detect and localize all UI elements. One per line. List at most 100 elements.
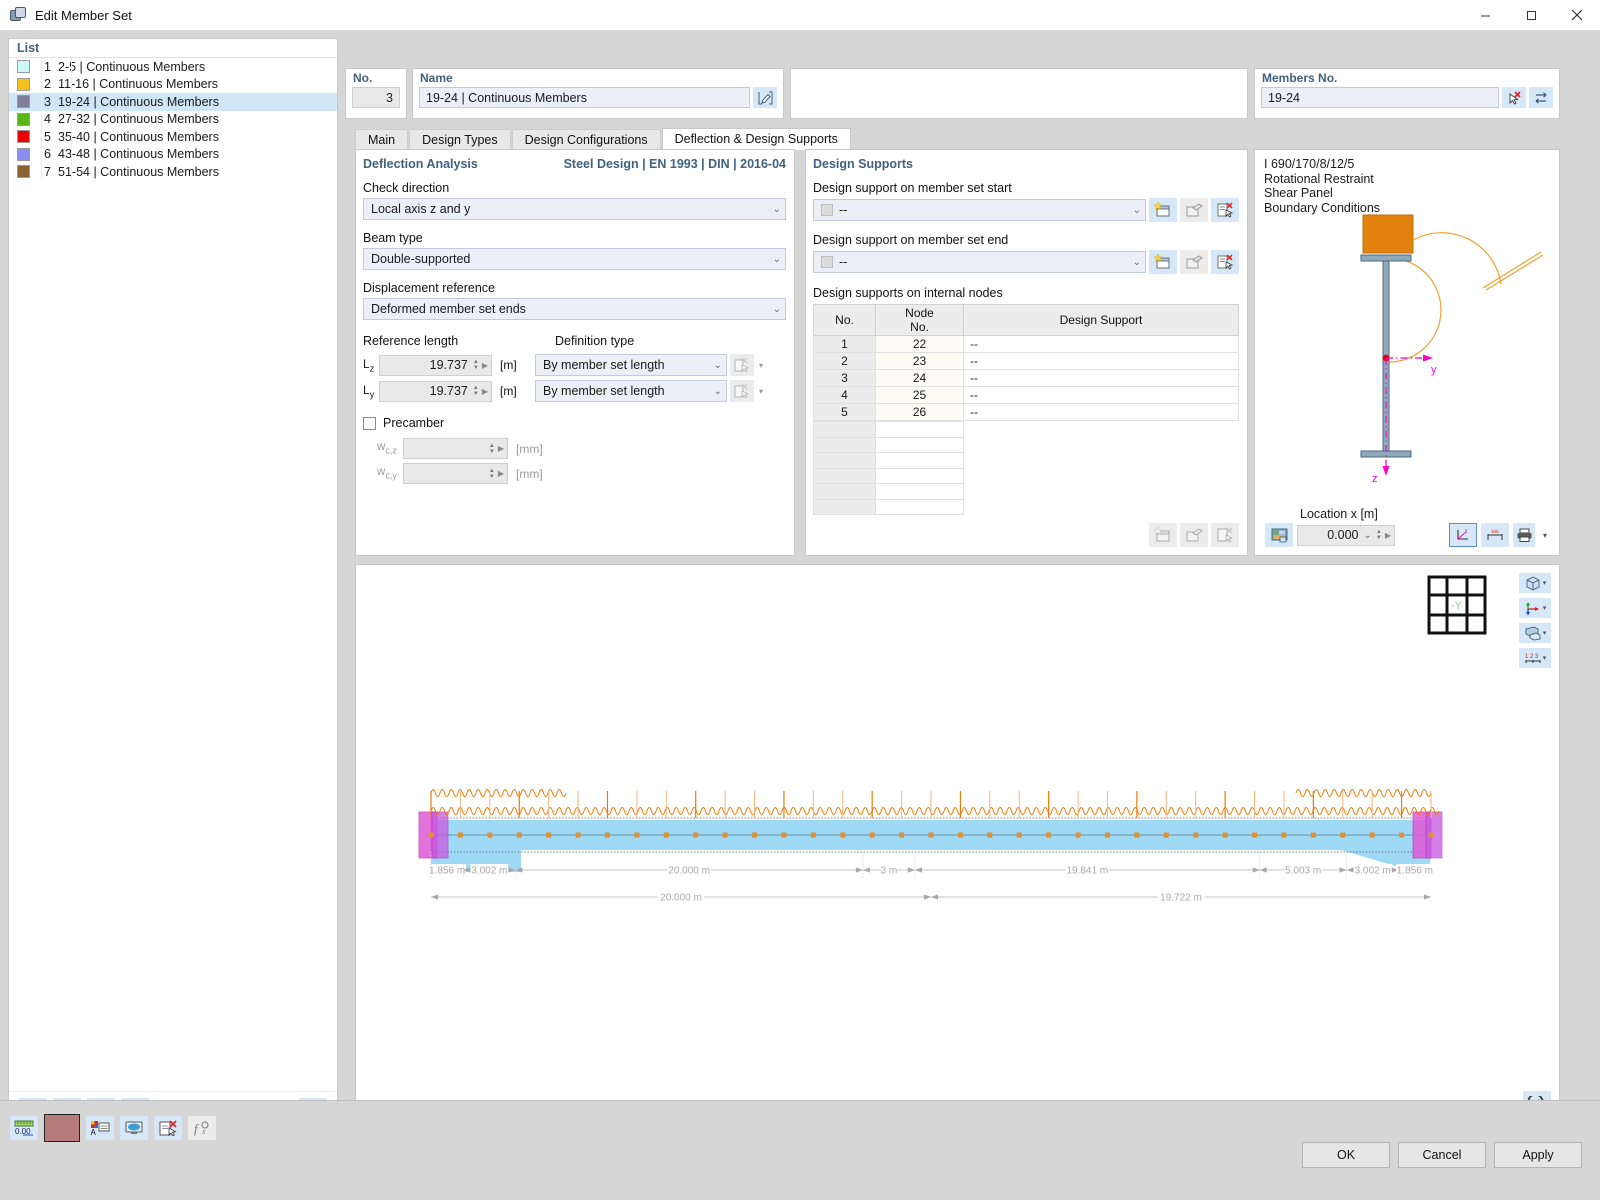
support-end-select[interactable]: -- ⌄ — [813, 251, 1146, 273]
ok-button[interactable]: OK — [1302, 1142, 1390, 1168]
tab-design-types[interactable]: Design Types — [409, 129, 511, 150]
maximize-button[interactable] — [1508, 0, 1554, 31]
member-set-color-swatch — [17, 165, 30, 179]
print-button[interactable] — [1513, 523, 1535, 547]
list-item[interactable]: 6 43-48 | Continuous Members — [9, 146, 337, 164]
list-item[interactable]: 5 35-40 | Continuous Members — [9, 128, 337, 146]
name-input[interactable]: 19-24 | Continuous Members — [419, 87, 750, 108]
edit-start-support-button[interactable] — [1180, 198, 1208, 222]
chevron-down-icon: ⌄ — [1132, 204, 1141, 216]
section-info-lines: I 690/170/8/12/5 Rotational Restraint Shea… — [1255, 150, 1559, 215]
precamber-symbol: wc,z — [377, 441, 397, 456]
next-arrow-icon[interactable]: ▶ — [1385, 531, 1391, 540]
apply-button[interactable]: Apply — [1494, 1142, 1582, 1168]
tab-bar[interactable]: Main Design Types Design Configurations Def… — [355, 128, 852, 150]
cancel-button[interactable]: Cancel — [1398, 1142, 1486, 1168]
edit-end-support-button[interactable] — [1180, 250, 1208, 274]
reset-button[interactable] — [154, 1116, 182, 1140]
table-row[interactable]: 5 26 -- — [813, 403, 1239, 421]
check-direction-select[interactable]: Local axis z and y ⌄ — [363, 198, 786, 220]
beam-type-select[interactable]: Double-supported ⌄ — [363, 248, 786, 270]
table-row[interactable] — [813, 498, 1239, 515]
definition-type-label: Definition type — [555, 334, 635, 348]
table-row[interactable] — [813, 436, 1239, 453]
cell-node[interactable]: 23 — [875, 352, 964, 370]
minimize-button[interactable] — [1462, 0, 1508, 31]
cell-node[interactable]: 22 — [875, 335, 964, 353]
cell-node[interactable]: 26 — [875, 403, 964, 421]
delete-start-support-button[interactable] — [1211, 198, 1239, 222]
visualization-button[interactable] — [120, 1116, 148, 1140]
tab-main[interactable]: Main — [355, 129, 409, 150]
table-row[interactable] — [813, 483, 1239, 500]
color-button[interactable] — [44, 1114, 80, 1142]
reverse-orientation-icon[interactable] — [1529, 87, 1553, 108]
definition-type-select[interactable]: By member set length ⌄ — [535, 354, 727, 376]
list-divider-2 — [71, 58, 72, 181]
cell-design-support[interactable]: -- — [963, 403, 1239, 421]
table-row[interactable]: 4 25 -- — [813, 386, 1239, 404]
cell-design-support[interactable]: -- — [963, 352, 1239, 370]
list-item[interactable]: 7 51-54 | Continuous Members — [9, 163, 337, 181]
svg-text:3.002 m: 3.002 m — [1355, 866, 1391, 877]
internal-supports-table[interactable]: No. Node No. Design Support 1 22 -- 2 23 -- 3 2… — [813, 304, 1239, 421]
show-axes-button[interactable]: y — [1449, 523, 1477, 547]
length-input[interactable]: 19.737 ▲ ▼ ▶ — [379, 380, 492, 402]
table-row[interactable] — [813, 467, 1239, 484]
edit-name-icon[interactable] — [753, 87, 777, 108]
close-button[interactable] — [1554, 0, 1600, 31]
cell-design-support[interactable]: -- — [963, 386, 1239, 404]
list-item-label: 51-54 | Continuous Members — [58, 164, 219, 179]
edit-internal-support-button[interactable] — [1180, 523, 1208, 547]
definition-dropdown-arrow[interactable]: ▾ — [754, 354, 768, 376]
precamber-input[interactable]: ▲ ▼ ▶ — [403, 463, 508, 484]
list-item[interactable]: 1 2-5 | Continuous Members — [9, 58, 337, 76]
definition-detail-button[interactable] — [730, 354, 754, 376]
definition-type-select[interactable]: By member set length ⌄ — [535, 380, 727, 402]
new-end-support-button[interactable] — [1149, 250, 1177, 274]
length-input[interactable]: 19.737 ▲ ▼ ▶ — [379, 354, 492, 376]
print-options-dropdown[interactable]: ▾ — [1539, 523, 1551, 547]
new-internal-support-button[interactable] — [1149, 523, 1177, 547]
units-button[interactable]: 0.00 — [10, 1116, 38, 1140]
table-row[interactable] — [813, 452, 1239, 469]
definition-dropdown-arrow[interactable]: ▾ — [754, 380, 768, 402]
table-empty-rows[interactable] — [813, 421, 1239, 515]
precamber-input[interactable]: ▲ ▼ ▶ — [403, 438, 508, 459]
new-start-support-button[interactable] — [1149, 198, 1177, 222]
cell-node[interactable]: 25 — [875, 386, 964, 404]
formula-button[interactable]: f x — [188, 1116, 216, 1140]
location-spinner[interactable]: 0.000 ⌄ ▲ ▼ ▶ — [1297, 524, 1395, 546]
stepper-arrows[interactable]: ▲ ▼ — [1376, 529, 1382, 541]
list-item-index: 2 — [44, 77, 51, 92]
table-row[interactable]: 2 23 -- — [813, 352, 1239, 370]
table-row[interactable]: 1 22 -- — [813, 335, 1239, 353]
precamber-row: wc,y ▲ ▼ ▶ [mm] — [363, 463, 786, 484]
cell-design-support[interactable]: -- — [963, 369, 1239, 387]
table-row[interactable]: 3 24 -- — [813, 369, 1239, 387]
cell-node[interactable]: 24 — [875, 369, 964, 387]
model-viewport[interactable]: -Y ▾ ▾ ▾ 1 2 3 ▾ 1.856 m 3.002 m 20.000 … — [355, 564, 1560, 1124]
member-set-list[interactable]: 1 2-5 | Continuous Members 2 11-16 | Contin… — [9, 58, 337, 181]
dialog-buttons[interactable]: OK Cancel Apply — [1302, 1142, 1582, 1168]
table-row[interactable] — [813, 421, 1239, 438]
dialog-body: List 1 2-5 | Continuous Members 2 11-16 | C… — [0, 31, 1600, 1131]
cell-design-support[interactable]: -- — [963, 335, 1239, 353]
list-item[interactable]: 2 11-16 | Continuous Members — [9, 76, 337, 94]
tab-design-configurations[interactable]: Design Configurations — [511, 129, 661, 150]
render-mode-button[interactable] — [1265, 523, 1293, 547]
pick-members-icon[interactable] — [1502, 87, 1526, 108]
delete-end-support-button[interactable] — [1211, 250, 1239, 274]
definition-detail-button[interactable] — [730, 380, 754, 402]
displacement-reference-select[interactable]: Deformed member set ends ⌄ — [363, 298, 786, 320]
list-item[interactable]: 3 19-24 | Continuous Members — [9, 93, 337, 111]
precamber-checkbox[interactable] — [363, 416, 376, 430]
delete-internal-support-button[interactable] — [1211, 523, 1239, 547]
display-properties-button[interactable]: A — [86, 1116, 114, 1140]
tab-deflection-design-supports[interactable]: Deflection & Design Supports — [661, 128, 851, 150]
members-input[interactable]: 19-24 — [1261, 87, 1499, 108]
support-start-select[interactable]: -- ⌄ — [813, 199, 1146, 221]
bottom-toolbar[interactable]: 0.00 A f x — [10, 1114, 216, 1142]
list-item[interactable]: 4 27-32 | Continuous Members — [9, 111, 337, 129]
show-dimensions-button[interactable]: 100 — [1481, 523, 1509, 547]
